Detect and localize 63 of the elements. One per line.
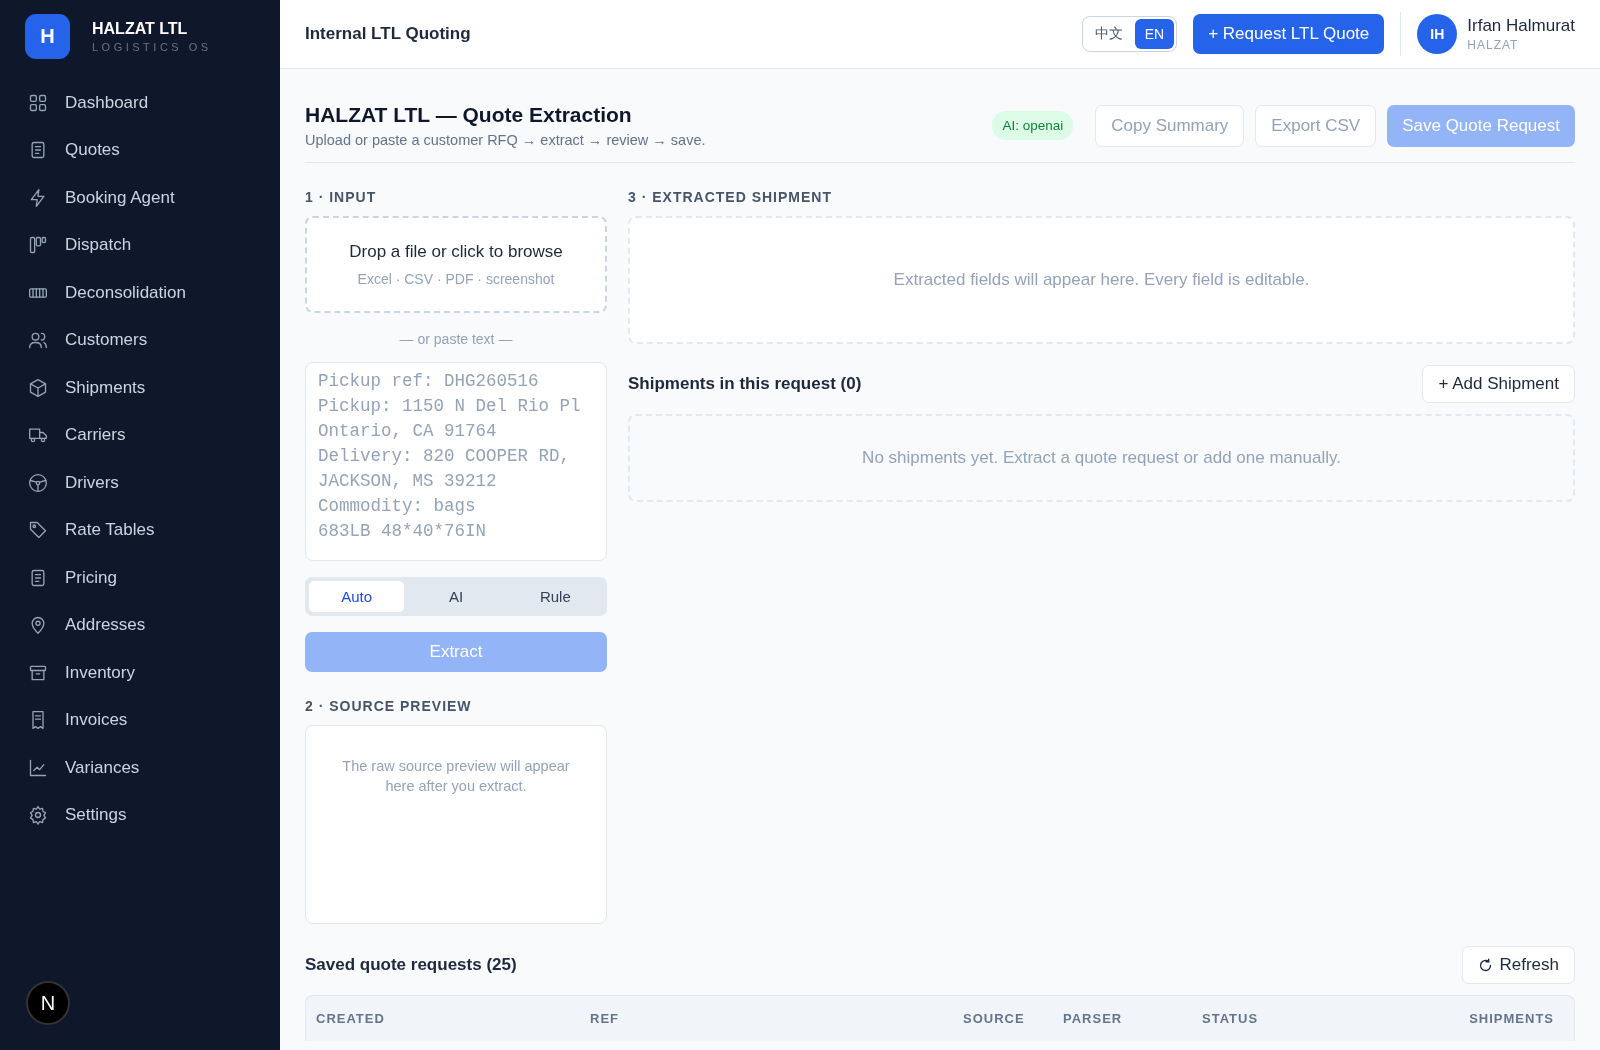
add-shipment-button[interactable]: + Add Shipment [1422, 365, 1575, 403]
steering-wheel-icon [28, 472, 48, 493]
sidebar-item[interactable]: Deconsolidation [0, 269, 270, 317]
line-chart-icon [28, 757, 48, 778]
drop-zone-hint: Excel · CSV · PDF · screenshot [357, 271, 555, 287]
column-header[interactable]: REF [590, 1011, 963, 1026]
tag-icon [28, 520, 48, 541]
section-heading: 1 · INPUT [305, 189, 378, 205]
dev-tools-button[interactable]: N [26, 981, 70, 1025]
empty-message: Extracted fields will appear here. Every field is editable. [893, 270, 1310, 290]
page-subtitle: Upload or paste a customer RFQ → extract → review → save. [305, 132, 707, 148]
divider-label: — or paste text — [398, 331, 514, 347]
section-heading: 3 · EXTRACTED SHIPMENT [628, 189, 833, 205]
empty-message: The raw source preview will appear here after you extract. [341, 757, 571, 796]
column-header[interactable]: CREATED [316, 1011, 590, 1026]
sidebar-item[interactable]: Customers [0, 316, 270, 364]
empty-message: No shipments yet. Extract a quote request or add one manually. [862, 448, 1341, 468]
sidebar-item[interactable]: Booking Agent [0, 174, 270, 222]
page-heading: Internal LTL Quoting [305, 24, 472, 44]
column-header[interactable]: STATUS [1202, 1011, 1411, 1026]
sidebar-item[interactable]: Shipments [0, 364, 270, 412]
shipments-title: Shipments in this request (0) [628, 374, 862, 394]
brand-tagline: LOGISTICS OS [92, 41, 212, 53]
request-quote-button[interactable]: + Request LTL Quote [1193, 14, 1385, 54]
page-title: HALZAT LTL — Quote Extraction [305, 103, 633, 127]
column-header[interactable]: SHIPMENTS [1411, 1011, 1564, 1026]
sidebar-item[interactable]: Dashboard [0, 79, 270, 127]
mode-option[interactable]: AI [408, 581, 504, 612]
refresh-icon [1478, 957, 1494, 973]
sidebar-item[interactable]: Variances [0, 744, 270, 792]
brand-name: HALZAT LTL [92, 20, 189, 38]
grid-icon [28, 92, 48, 113]
user-organization: HALZAT [1467, 38, 1520, 52]
sidebar-item[interactable]: Rate Tables [0, 506, 270, 554]
user-name: Irfan Halmurat [1467, 16, 1575, 36]
file-drop-zone[interactable]: Drop a file or click to browse Excel · CSV · PDF · screenshot [305, 216, 607, 313]
column-header[interactable]: SOURCE [963, 1011, 1063, 1026]
sidebar-item[interactable]: Carriers [0, 411, 270, 459]
refresh-button[interactable]: Refresh [1462, 946, 1575, 984]
sidebar-item[interactable]: Inventory [0, 649, 270, 697]
sidebar-item[interactable]: Dispatch [0, 221, 270, 269]
column-header[interactable]: PARSER [1063, 1011, 1202, 1026]
language-option[interactable]: EN [1134, 19, 1175, 49]
sidebar-item[interactable]: Invoices [0, 696, 270, 744]
drop-zone-title: Drop a file or click to browse [349, 242, 563, 262]
user-avatar[interactable]: IH [1417, 14, 1458, 54]
sidebar-item[interactable]: Settings [0, 791, 270, 839]
box-icon [28, 377, 48, 398]
saved-requests-title: Saved quote requests (25) [305, 955, 517, 975]
sidebar-item[interactable]: Quotes [0, 126, 270, 174]
paste-text-field[interactable]: Pickup ref: DHG260516 Pickup: 1150 N Del Rio Pl Ontario, CA 91764 Delivery: 820 COOPER RD, JACKSON, MS 39212 Commodity: bags 683LB 48*40*76IN [305, 362, 607, 561]
ai-provider-badge: AI: openai [992, 111, 1074, 140]
columns-icon [28, 235, 48, 256]
mode-option[interactable]: Rule [507, 581, 603, 612]
language-option[interactable]: 中文 [1084, 19, 1133, 49]
settings-icon [28, 805, 48, 826]
users-icon [28, 330, 48, 351]
section-heading: 2 · SOURCE PREVIEW [305, 698, 473, 714]
logo: H [25, 14, 70, 59]
mode-option[interactable]: Auto [309, 581, 405, 612]
sidebar-item[interactable]: Addresses [0, 601, 270, 649]
sidebar-item[interactable]: Drivers [0, 459, 270, 507]
sidebar-item[interactable]: Pricing [0, 554, 270, 602]
